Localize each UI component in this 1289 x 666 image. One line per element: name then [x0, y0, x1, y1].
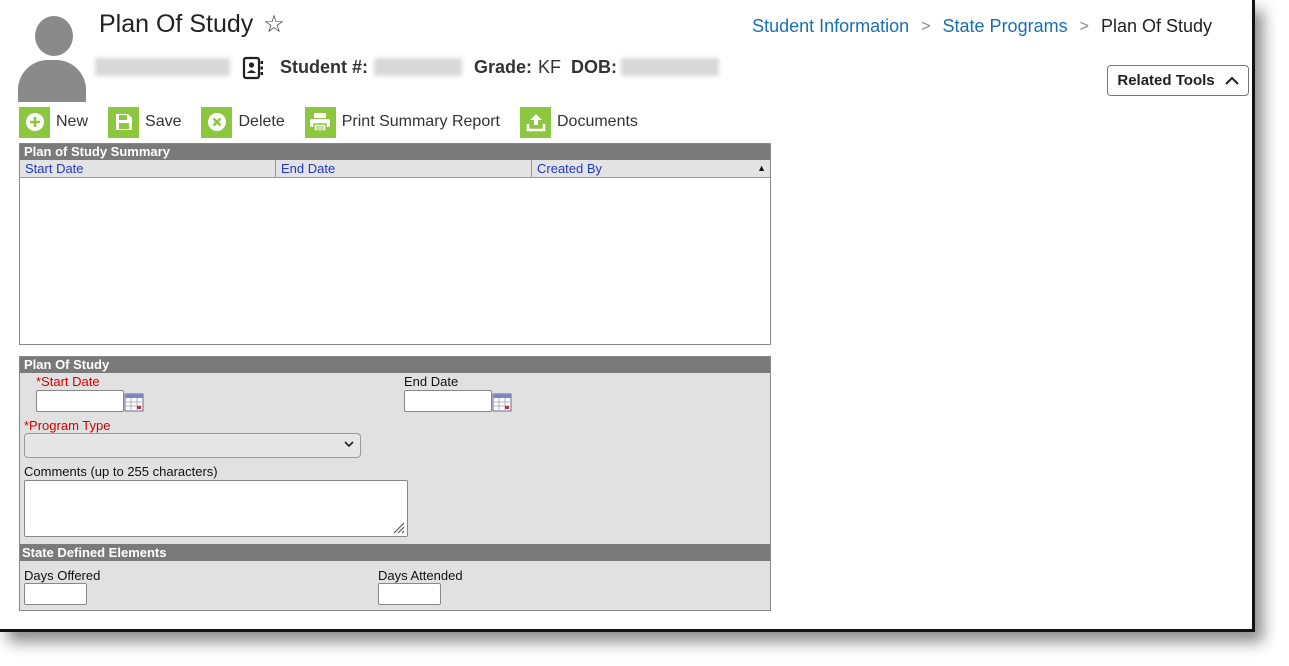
chevron-right-icon: >: [921, 17, 931, 35]
summary-panel-title: Plan of Study Summary: [20, 144, 770, 160]
program-type-label: *Program Type: [24, 418, 111, 433]
print-label: Print Summary Report: [341, 113, 500, 130]
page-title: Plan Of Study: [99, 10, 254, 38]
end-date-label: End Date: [404, 374, 459, 389]
plan-of-study-detail-panel: Plan Of Study *Start Date End Date *Prog…: [19, 356, 771, 611]
comments-textarea[interactable]: [24, 480, 408, 537]
student-info-bar: Student #: Grade: KF DOB:: [95, 55, 720, 80]
related-tools-button[interactable]: Related Tools: [1107, 65, 1249, 96]
comments-label: Comments (up to 255 characters): [24, 464, 218, 479]
star-icon[interactable]: ☆: [263, 10, 285, 39]
contact-card-icon[interactable]: [242, 56, 263, 80]
action-toolbar: New Save Delete Print Summary Report Doc…: [19, 106, 658, 138]
printer-icon: [304, 106, 336, 138]
chevron-right-icon: >: [1079, 17, 1089, 35]
start-date-input[interactable]: [36, 390, 124, 412]
delete-label: Delete: [238, 113, 285, 130]
new-button[interactable]: New: [19, 106, 89, 138]
column-end-date[interactable]: End Date: [276, 160, 532, 177]
save-button[interactable]: Save: [108, 106, 182, 138]
student-number-redacted: [374, 58, 462, 76]
breadcrumb-student-information[interactable]: Student Information: [752, 16, 909, 37]
sort-ascending-icon[interactable]: ▲: [757, 160, 766, 177]
grade-label: Grade:: [474, 56, 533, 77]
summary-table-body: [20, 178, 770, 343]
new-label: New: [56, 113, 89, 130]
student-avatar: [18, 14, 86, 102]
plan-of-study-summary-panel: Plan of Study Summary Start Date End Dat…: [19, 143, 771, 345]
documents-label: Documents: [557, 113, 638, 130]
column-created-by-label: Created By: [537, 161, 603, 176]
upload-icon: [520, 106, 551, 138]
documents-button[interactable]: Documents: [520, 106, 638, 138]
calendar-icon[interactable]: [492, 392, 512, 412]
end-date-input[interactable]: [404, 390, 492, 412]
student-number-label: Student #:: [280, 56, 368, 77]
days-attended-label: Days Attended: [378, 568, 463, 583]
state-defined-elements-title: State Defined Elements: [20, 544, 770, 561]
page-title-row: Plan Of Study ☆: [99, 10, 285, 39]
chevron-down-icon: [344, 437, 354, 451]
breadcrumb-current: Plan Of Study: [1100, 16, 1212, 36]
breadcrumb-state-programs[interactable]: State Programs: [943, 16, 1068, 37]
grade-value: KF: [538, 56, 562, 77]
days-offered-label: Days Offered: [24, 568, 101, 583]
breadcrumb: Student Information > State Programs > P…: [752, 16, 1212, 37]
calendar-icon[interactable]: [124, 392, 144, 412]
student-name-redacted: [95, 58, 230, 76]
print-summary-report-button[interactable]: Print Summary Report: [304, 106, 500, 138]
floppy-disk-icon: [108, 106, 140, 138]
related-tools-label: Related Tools: [1117, 72, 1215, 89]
plus-circle-icon: [19, 106, 50, 138]
detail-panel-title: Plan Of Study: [20, 357, 770, 373]
column-created-by[interactable]: Created By ▲: [532, 160, 770, 177]
dob-redacted: [621, 58, 720, 76]
resize-handle-icon[interactable]: [391, 520, 405, 534]
delete-button[interactable]: Delete: [201, 106, 285, 138]
program-type-select[interactable]: [24, 433, 361, 458]
dob-label: DOB:: [571, 56, 618, 77]
days-offered-input[interactable]: [24, 583, 87, 605]
chevron-up-icon: [1224, 76, 1239, 85]
summary-table-header: Start Date End Date Created By ▲: [20, 160, 770, 178]
days-attended-input[interactable]: [378, 583, 441, 605]
app-window: Plan Of Study ☆ Student #: Grade: KF DOB…: [0, 0, 1255, 632]
save-label: Save: [145, 113, 182, 130]
column-start-date[interactable]: Start Date: [20, 160, 276, 177]
start-date-label: *Start Date: [36, 374, 100, 389]
x-circle-icon: [201, 106, 233, 138]
